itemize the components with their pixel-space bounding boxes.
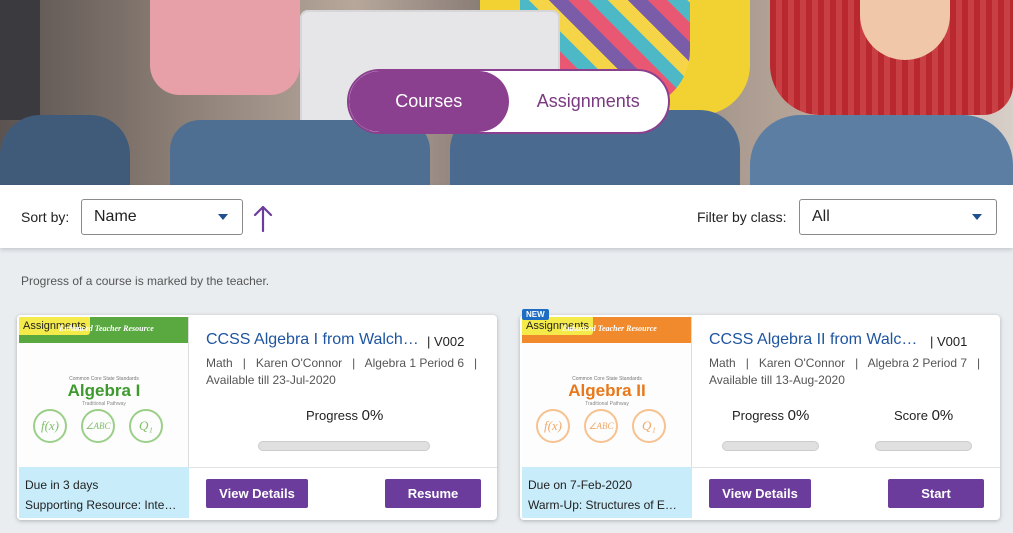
score-metric: Score 0% xyxy=(894,407,953,424)
start-button[interactable]: Start xyxy=(888,479,984,508)
hero-photo-detail xyxy=(0,0,40,120)
hero-photo-detail xyxy=(750,115,1013,185)
progress-bar xyxy=(258,441,430,451)
angle-icon: ∠ABC xyxy=(584,409,618,443)
view-toggle: Courses Assignments xyxy=(347,69,670,134)
card-divider xyxy=(189,467,497,468)
sort-select-value: Name xyxy=(94,208,137,225)
progress-bar xyxy=(722,441,819,451)
controls-bar: Sort by: Name Filter by class: All xyxy=(0,185,1013,248)
quadrant-icon: Q₁ xyxy=(632,409,666,443)
score-value: 0% xyxy=(931,407,954,424)
angle-icon: ∠ABC xyxy=(81,409,115,443)
course-title[interactable]: CCSS Algebra I from Walch… xyxy=(206,331,419,349)
progress-value: 0% xyxy=(361,407,384,424)
sort-label: Sort by: xyxy=(21,209,70,225)
course-meta: Math | Karen O'Connor | Algebra 1 Period… xyxy=(206,355,486,389)
course-card[interactable]: Enhanced Teacher Resource Common Core St… xyxy=(17,315,497,520)
course-card[interactable]: Enhanced Teacher Resource Common Core St… xyxy=(520,315,1000,520)
quadrant-icon: Q₁ xyxy=(129,409,163,443)
due-date: Due on 7-Feb-2020 xyxy=(528,478,633,492)
course-availability: Available till 13-Aug-2020 xyxy=(709,373,845,387)
course-version: | V002 xyxy=(427,334,465,349)
score-label: Score xyxy=(894,408,928,423)
tab-courses[interactable]: Courses xyxy=(349,71,509,132)
score-bar xyxy=(875,441,972,451)
due-date: Due in 3 days xyxy=(25,478,99,492)
chevron-down-icon xyxy=(218,214,228,220)
course-thumbnail: Enhanced Teacher Resource Common Core St… xyxy=(522,317,692,467)
meta-separator: | xyxy=(970,356,981,370)
course-teacher: Karen O'Connor xyxy=(255,356,343,370)
thumbnail-pathway: Traditional Pathway xyxy=(82,401,126,407)
course-subject: Math xyxy=(206,356,233,370)
meta-separator: | xyxy=(848,356,865,370)
card-divider xyxy=(692,467,1000,468)
meta-separator: | xyxy=(467,356,478,370)
progress-note: Progress of a course is marked by the te… xyxy=(21,274,270,288)
thumbnail-title: Algebra I xyxy=(67,381,141,400)
thumbnail-title: Algebra II xyxy=(568,381,646,400)
view-details-button[interactable]: View Details xyxy=(709,479,811,508)
thumbnail-header: Enhanced Teacher Resource xyxy=(562,324,657,333)
course-title[interactable]: CCSS Algebra II from Walc… xyxy=(709,331,917,349)
class-filter-select[interactable]: All xyxy=(799,199,997,235)
course-class: Algebra 2 Period 7 xyxy=(867,356,968,370)
due-box: Due on 7-Feb-2020 Warm-Up: Structures of… xyxy=(522,467,692,518)
course-thumbnail: Enhanced Teacher Resource Common Core St… xyxy=(19,317,189,467)
meta-separator: | xyxy=(739,356,756,370)
hero-photo-detail xyxy=(150,0,300,95)
progress-value: 0% xyxy=(787,407,810,424)
course-subject: Math xyxy=(709,356,736,370)
progress-metric: Progress 0% xyxy=(732,407,809,424)
thumbnail-header: Enhanced Teacher Resource xyxy=(59,324,154,333)
progress-label: Progress xyxy=(732,408,785,423)
progress-metric: Progress 0% xyxy=(306,407,383,424)
resume-button[interactable]: Resume xyxy=(385,479,481,508)
supporting-resource[interactable]: Warm-Up: Structures of E… xyxy=(528,495,686,515)
progress-label: Progress xyxy=(306,408,359,423)
filter-label: Filter by class: xyxy=(697,209,787,225)
hero-photo-detail xyxy=(0,115,130,185)
sort-select[interactable]: Name xyxy=(81,199,243,235)
tab-assignments[interactable]: Assignments xyxy=(509,71,669,132)
function-icon: f(x) xyxy=(33,409,67,443)
arrow-up-icon[interactable] xyxy=(252,205,274,233)
thumbnail-pathway: Traditional Pathway xyxy=(585,401,629,407)
chevron-down-icon xyxy=(972,214,982,220)
course-class: Algebra 1 Period 6 xyxy=(364,356,465,370)
course-meta: Math | Karen O'Connor | Algebra 2 Period… xyxy=(709,355,989,389)
view-details-button[interactable]: View Details xyxy=(206,479,308,508)
meta-separator: | xyxy=(236,356,253,370)
course-teacher: Karen O'Connor xyxy=(758,356,846,370)
course-version: | V001 xyxy=(930,334,968,349)
due-box: Due in 3 days Supporting Resource: Inte… xyxy=(19,467,189,518)
class-filter-value: All xyxy=(812,208,830,225)
function-icon: f(x) xyxy=(536,409,570,443)
meta-separator: | xyxy=(345,356,362,370)
new-badge: NEW xyxy=(522,309,549,320)
course-availability: Available till 23-Jul-2020 xyxy=(206,373,336,387)
supporting-resource[interactable]: Supporting Resource: Inte… xyxy=(25,495,183,515)
